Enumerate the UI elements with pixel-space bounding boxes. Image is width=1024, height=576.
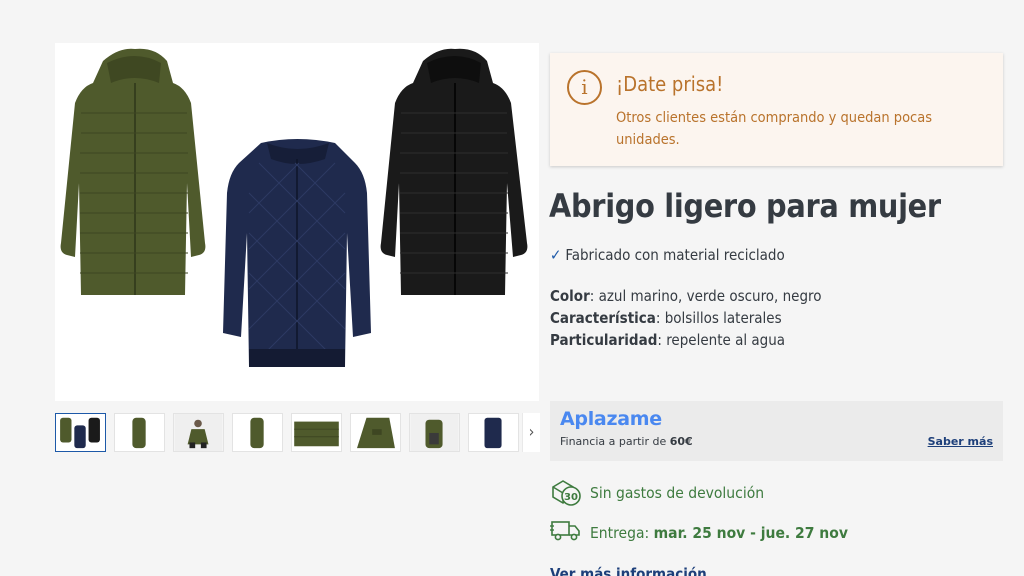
learn-more-link[interactable]: Saber más [928, 435, 993, 448]
return-box-icon: 30 [552, 480, 581, 506]
delivery-truck-icon [550, 521, 580, 541]
more-info-link[interactable]: Ver más información [550, 565, 707, 576]
thumbnail-4[interactable] [232, 413, 283, 452]
attribute-value: : bolsillos laterales [655, 309, 782, 327]
delivery-label: Entrega: mar. 25 nov - jue. 27 nov [590, 524, 848, 542]
black-coat [380, 48, 528, 295]
attribute-color: Color: azul marino, verde oscuro, negro [550, 287, 822, 305]
aplazame-logo: Aplazame [560, 408, 662, 430]
attribute-label: Particularidad [550, 331, 658, 349]
thumbnail-6[interactable] [350, 413, 401, 452]
feature-label: Fabricado con material reciclado [565, 246, 785, 264]
attribute-value: : repelente al agua [657, 331, 786, 349]
product-feature: ✓ Fabricado con material reciclado [550, 246, 785, 264]
thumbnail-3[interactable] [173, 413, 224, 452]
product-title: Abrigo ligero para mujer [549, 187, 941, 225]
thumbnail-7[interactable] [409, 413, 460, 452]
financing-box: Aplazame Financia a partir de 60€ Saber … [550, 401, 1003, 461]
thumbnail-1[interactable] [55, 413, 106, 452]
main-product-image[interactable] [55, 43, 539, 401]
alert-text: Otros clientes están comprando y quedan … [616, 110, 933, 148]
thumbnail-5[interactable] [291, 413, 342, 452]
return-days-badge: 30 [564, 492, 578, 503]
attribute-value: : azul marino, verde oscuro, negro [589, 287, 822, 305]
check-icon: ✓ [550, 246, 562, 264]
hurry-alert: i ¡Date prisa! Otros clientes están comp… [550, 53, 1003, 166]
delivery-dates: mar. 25 nov - jue. 27 nov [653, 524, 848, 542]
financing-amount: 60€ [669, 435, 693, 448]
attribute-particularity: Particularidad: repelente al agua [550, 331, 785, 349]
thumbnail-next-arrow[interactable]: › [522, 413, 540, 452]
alert-title: ¡Date prisa! [616, 72, 724, 96]
free-returns-label: Sin gastos de devolución [590, 484, 765, 502]
thumbnail-8[interactable] [468, 413, 519, 452]
thumbnail-strip: › [55, 413, 540, 453]
attribute-feature: Característica: bolsillos laterales [550, 309, 782, 327]
thumbnail-2[interactable] [114, 413, 165, 452]
navy-coat [223, 139, 371, 367]
financing-text: Financia a partir de 60€ [560, 435, 693, 448]
attribute-label: Color [550, 287, 590, 305]
coat-collage-image [60, 48, 528, 367]
olive-coat [60, 48, 206, 295]
info-icon: i [567, 70, 602, 105]
attribute-label: Característica [550, 309, 656, 327]
